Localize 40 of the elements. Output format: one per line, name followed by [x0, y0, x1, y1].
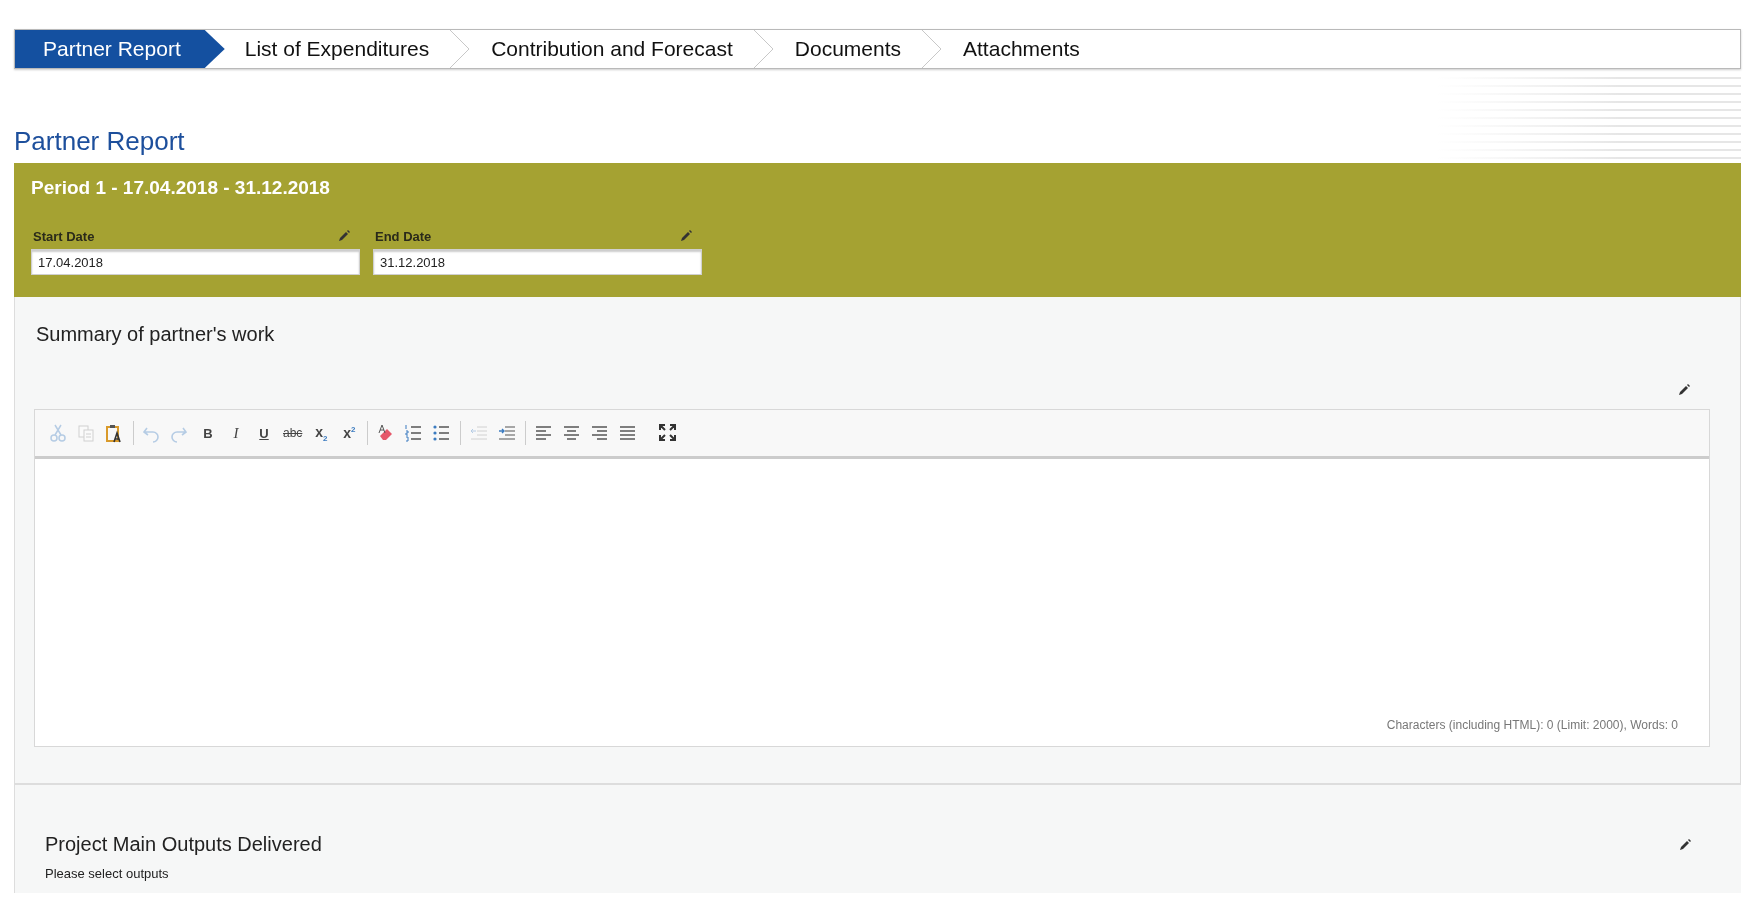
maximize-icon [659, 423, 678, 443]
date-field[interactable]: 31.12.2018 [373, 249, 702, 275]
tab[interactable]: Attachments [943, 30, 1100, 68]
italic-button[interactable]: I [225, 421, 247, 445]
tab[interactable]: List of Expenditures [224, 30, 450, 68]
bullet-list-icon [433, 423, 452, 443]
tab[interactable]: Documents [774, 30, 922, 68]
strike-button[interactable]: abc [281, 421, 305, 445]
tab-divider [449, 30, 472, 68]
pencil-icon[interactable] [680, 230, 692, 242]
outdent-icon [470, 423, 489, 443]
justify-icon [619, 423, 638, 443]
character-counter: Characters (including HTML): 0 (Limit: 2000), Words: 0 [1386, 718, 1679, 734]
field-label: Start Date [33, 228, 95, 244]
tab[interactable]: Contribution and Forecast [471, 30, 753, 68]
subscript-button[interactable]: x$_{2}$ [310, 421, 333, 445]
pencil-icon[interactable] [1678, 384, 1690, 396]
bold-button[interactable]: B [197, 421, 219, 445]
field-label: End Date [375, 228, 432, 244]
section-title: Project Main Outputs Delivered [45, 833, 322, 856]
superscript-button[interactable]: x$^{2}$ [338, 421, 361, 445]
paste-text-icon [106, 423, 124, 443]
underline-button[interactable]: U [253, 421, 275, 445]
page-title: Partner Report [14, 126, 185, 158]
align-center-icon [563, 423, 582, 443]
tab-divider [752, 30, 775, 68]
pencil-icon[interactable] [1679, 838, 1691, 851]
period-title: Period 1 - 17.04.2018 - 31.12.2018 [31, 177, 331, 199]
tab[interactable]: Partner Report [15, 30, 225, 68]
pencil-icon[interactable] [338, 230, 350, 242]
indent-icon [498, 423, 517, 443]
copy-icon [78, 423, 96, 443]
align-left-icon [535, 423, 554, 443]
tab-divider [921, 30, 944, 68]
numbered-list-icon [405, 423, 424, 443]
date-field[interactable]: 17.04.2018 [31, 249, 360, 275]
align-right-icon [591, 423, 610, 443]
cut-icon [50, 423, 68, 443]
hint-text: Please select outputs [45, 866, 170, 881]
section-title: Summary of partner's work [36, 323, 276, 346]
